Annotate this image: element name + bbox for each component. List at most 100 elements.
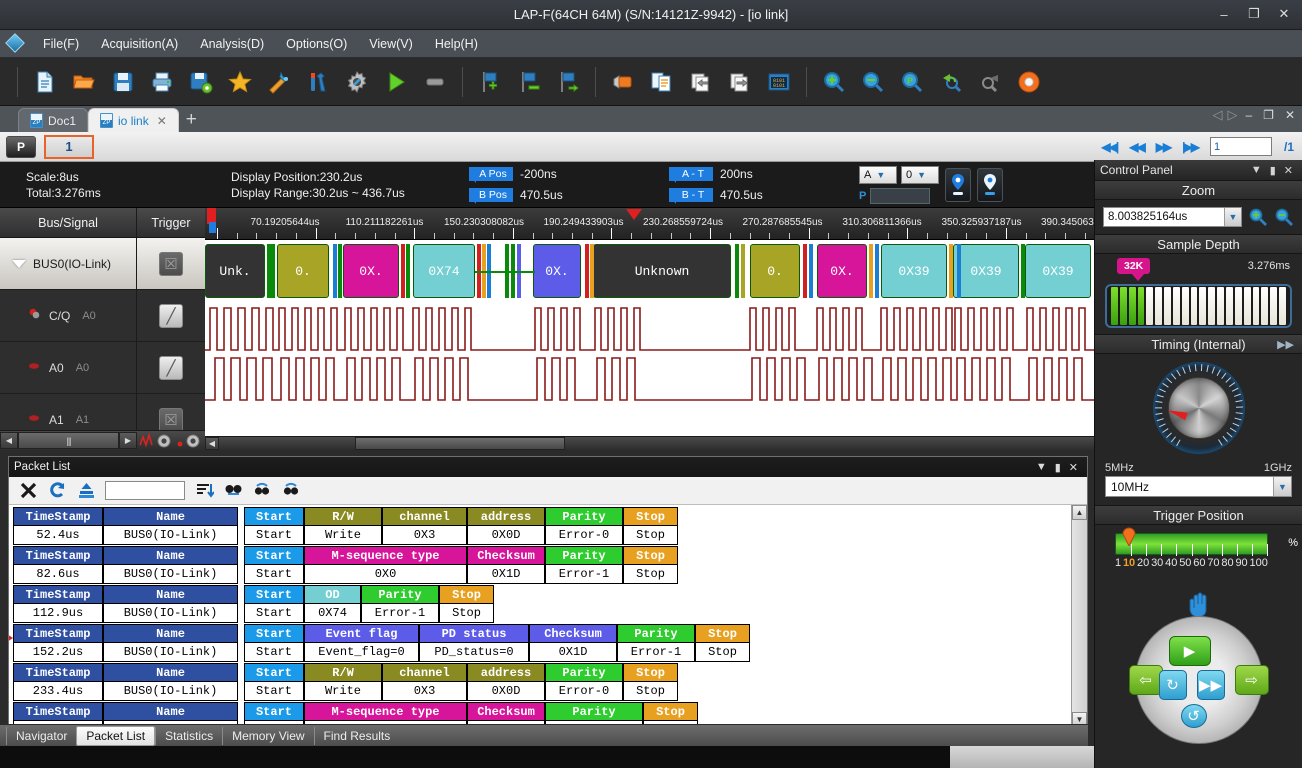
signal-row-cq[interactable]: C/Q A0 ╱ (0, 290, 205, 342)
zoom-out-icon[interactable] (858, 67, 888, 97)
panel-pin-icon[interactable]: ▮ (1051, 461, 1065, 474)
wizard-icon[interactable] (264, 67, 294, 97)
scroll-thumb[interactable] (355, 437, 565, 450)
menu-help[interactable]: Help(H) (424, 33, 489, 55)
bus-packet[interactable]: 0X. (343, 244, 399, 298)
table-cell[interactable]: 0X0 (304, 565, 467, 584)
dpad-refresh-button[interactable]: ↻ (1158, 670, 1187, 700)
table-cell[interactable]: Start (244, 643, 304, 662)
sample-depth-bar[interactable] (1111, 287, 1118, 325)
bottom-tab-memory-view[interactable]: Memory View (222, 726, 313, 745)
zoom-combobox[interactable]: 8.003825164us ▼ (1103, 207, 1242, 227)
menu-view[interactable]: View(V) (358, 33, 424, 55)
flashlight-icon[interactable] (608, 67, 638, 97)
panel-pin-icon[interactable]: ▮ (1266, 164, 1280, 177)
zoom-fit-icon[interactable]: P (897, 67, 927, 97)
panel-collapse-icon[interactable]: ▼ (1032, 461, 1051, 473)
save-settings-icon[interactable] (186, 67, 216, 97)
bus-packet[interactable]: 0X39 (1025, 244, 1091, 298)
a-pos-badge[interactable]: A Pos (469, 167, 513, 183)
dpad-play-button[interactable]: ▶ (1168, 636, 1211, 666)
dpad-left-button[interactable]: ⇦ (1128, 665, 1163, 695)
trigger-position-handle[interactable] (1122, 526, 1136, 548)
panel-close-icon[interactable]: ✕ (1280, 164, 1297, 177)
table-cell[interactable]: 0X0D (467, 526, 545, 545)
zoom-out-icon[interactable] (1274, 207, 1294, 227)
packet-list-vscrollbar[interactable]: ▲ ▼ (1071, 505, 1087, 727)
run-play-icon[interactable] (381, 67, 411, 97)
a-t-badge[interactable]: A - T (669, 167, 713, 183)
table-cell[interactable]: Stop (439, 604, 494, 623)
timing-rate-combobox[interactable]: 10MHz ▼ (1105, 476, 1292, 497)
sample-depth-bar[interactable] (1119, 287, 1127, 325)
cursor-select-a[interactable]: A ▼ (859, 165, 897, 184)
packet-list-body[interactable]: TimeStamp 52.4us Name BUS0(IO-Link) Start Sta… (9, 505, 1087, 727)
trigger-tick-label[interactable]: 1 (1115, 557, 1121, 569)
sample-depth-bar[interactable] (1243, 287, 1251, 325)
trigger-tick-label[interactable]: 50 (1179, 557, 1191, 569)
sample-depth-bar[interactable] (1270, 287, 1278, 325)
panel-collapse-icon[interactable]: ▼ (1247, 164, 1266, 176)
p-value-field[interactable] (870, 187, 931, 204)
zoom-in-icon[interactable] (819, 67, 849, 97)
panel-close-icon[interactable]: ✕ (1065, 461, 1082, 474)
open-folder-icon[interactable] (69, 67, 99, 97)
signal-row-a0[interactable]: A0 A0 ╱ (0, 342, 205, 394)
table-cell[interactable]: Error-0 (545, 526, 623, 545)
table-row[interactable]: TimeStamp 52.4us Name BUS0(IO-Link) Start Sta… (13, 507, 1071, 545)
table-cell[interactable]: Start (244, 682, 304, 701)
bus-packet[interactable]: 0X. (533, 244, 581, 298)
menu-analysis[interactable]: Analysis(D) (189, 33, 275, 55)
binary-data-icon[interactable]: 0101 0101 (764, 67, 794, 97)
scroll-thumb[interactable]: ||| (18, 432, 119, 449)
table-cell[interactable]: Start (244, 604, 304, 623)
marker-add-icon[interactable] (475, 67, 505, 97)
menu-options[interactable]: Options(O) (275, 33, 358, 55)
export-icon[interactable] (76, 481, 96, 501)
sort-icon[interactable] (194, 481, 214, 501)
table-cell[interactable]: 82.6us (13, 565, 103, 584)
first-page-button[interactable]: ◀◀| (1101, 140, 1119, 154)
table-cell[interactable]: 0X74 (304, 604, 361, 623)
trigger-tick-label[interactable]: 100 (1250, 557, 1268, 569)
table-cell[interactable]: 0X1D (467, 565, 545, 584)
sample-depth-bar[interactable] (1155, 287, 1163, 325)
dpad-forward-button[interactable]: ▶▶ (1196, 670, 1225, 700)
sample-depth-bar[interactable] (1146, 287, 1154, 325)
save-icon[interactable] (108, 67, 138, 97)
doc-tab-io-link[interactable]: io link ✕ (88, 108, 179, 132)
marker-goto-icon[interactable] (553, 67, 583, 97)
table-cell[interactable]: BUS0(IO-Link) (103, 682, 238, 701)
bus-packet[interactable]: 0X39 (881, 244, 947, 298)
next-page-button[interactable]: ▶▶ (1156, 140, 1173, 154)
table-cell[interactable]: BUS0(IO-Link) (103, 604, 238, 623)
bus-packet[interactable]: 0. (277, 244, 329, 298)
sample-depth-bar[interactable] (1234, 287, 1242, 325)
print-icon[interactable] (147, 67, 177, 97)
find-previous-icon[interactable] (252, 481, 272, 501)
table-cell[interactable]: Error-1 (361, 604, 439, 623)
last-page-button[interactable]: |▶▶ (1182, 140, 1200, 154)
tools-icon[interactable] (303, 67, 333, 97)
table-cell[interactable]: Write (304, 682, 382, 701)
b-pos-badge[interactable]: B Pos (468, 188, 514, 204)
table-cell[interactable]: BUS0(IO-Link) (103, 526, 238, 545)
doc-tab-doc1[interactable]: Doc1 (18, 108, 89, 132)
bottom-tab-statistics[interactable]: Statistics (155, 726, 222, 745)
sample-depth-bars[interactable] (1105, 284, 1292, 328)
trigger-tick-label[interactable]: 20 (1137, 557, 1149, 569)
bus-packet[interactable]: Unk. (205, 244, 265, 298)
navigation-dpad[interactable]: ⇦ ⇨ ▶ ↻ ▶▶ ↺ (1128, 592, 1269, 744)
new-document-icon[interactable] (30, 67, 60, 97)
prev-page-button[interactable]: ◀◀ (1129, 140, 1146, 154)
help-lifebuoy-icon[interactable] (1014, 67, 1044, 97)
next-page-icon[interactable] (725, 67, 755, 97)
add-tab-button[interactable]: + (186, 109, 197, 131)
sample-depth-bar[interactable] (1199, 287, 1207, 325)
chevron-down-icon[interactable]: ▼ (1273, 477, 1291, 496)
table-cell[interactable]: Error-0 (545, 682, 623, 701)
bus-packet[interactable]: 0. (750, 244, 800, 298)
trigger-position-slider[interactable] (1115, 527, 1268, 556)
scroll-right-button[interactable]: ▶ (119, 432, 137, 449)
chevron-down-icon[interactable]: ▼ (1224, 208, 1241, 226)
